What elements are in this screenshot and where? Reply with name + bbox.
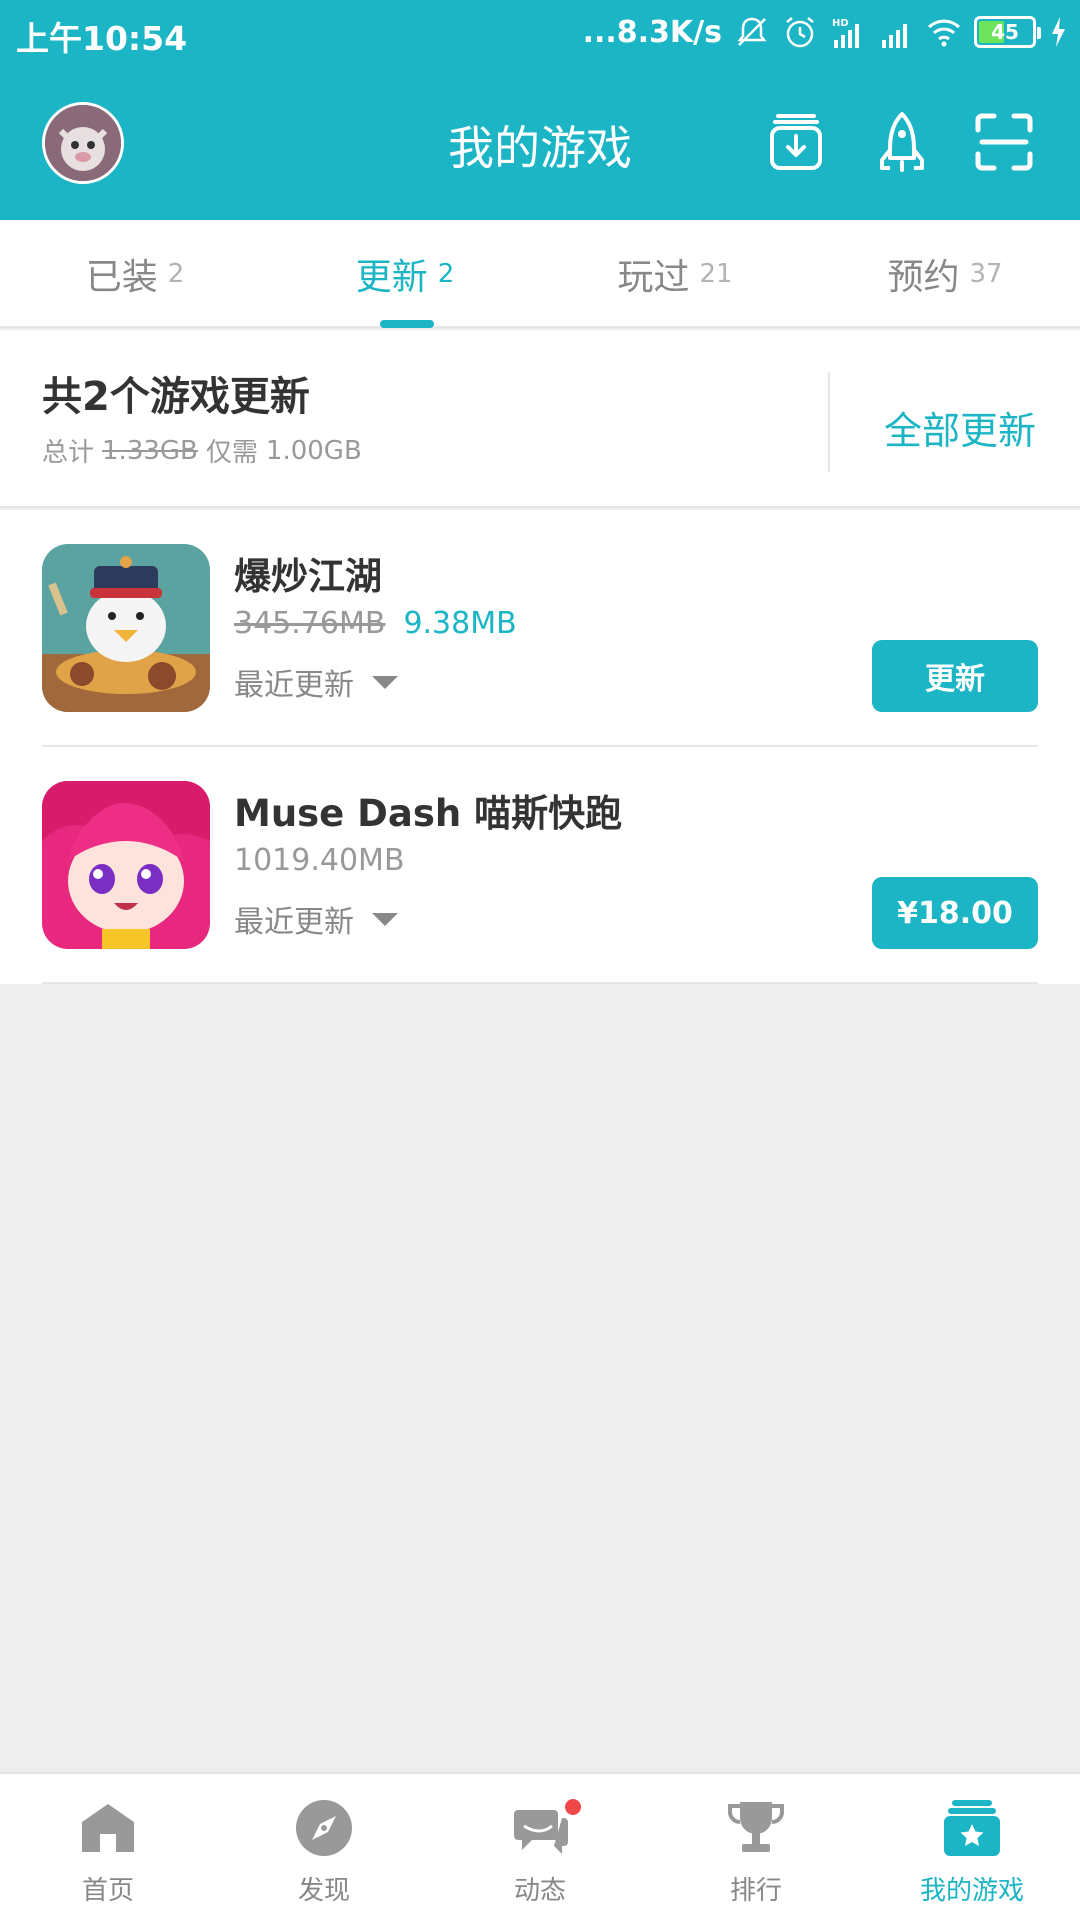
update-size: 9.38MB bbox=[403, 606, 517, 641]
divider bbox=[42, 982, 1038, 984]
tab-label: 已装 bbox=[85, 257, 158, 298]
update-summary: 共2个游戏更新 总计 1.33GB 仅需 1.00GB 全部更新 bbox=[0, 330, 1080, 508]
game-list: 爆炒江湖 345.76MB 9.38MB 最近更新 更新 Muse Dash 喵… bbox=[0, 510, 1080, 984]
svg-text:HD: HD bbox=[832, 18, 849, 29]
nav-ranking[interactable]: 排行 bbox=[648, 1774, 864, 1920]
compass-icon bbox=[296, 1800, 352, 1856]
tab-count: 2 bbox=[437, 259, 455, 289]
nav-home[interactable]: 首页 bbox=[0, 1774, 216, 1920]
charging-icon bbox=[1052, 17, 1065, 47]
game-icon-image bbox=[42, 781, 210, 949]
recent-update-label: 最近更新 bbox=[234, 668, 354, 703]
bottom-nav: 首页 发现 动态 排行 我的游戏 bbox=[0, 1772, 1080, 1920]
game-icon-image bbox=[42, 544, 210, 712]
nav-label: 我的游戏 bbox=[919, 1876, 1024, 1906]
game-file-size: 1019.40MB bbox=[234, 843, 405, 878]
update-all-button[interactable]: 全部更新 bbox=[884, 400, 1036, 455]
nav-activity[interactable]: 动态 bbox=[432, 1774, 648, 1920]
battery-level: 45 bbox=[991, 20, 1019, 44]
my-games-icon bbox=[944, 1800, 1000, 1856]
game-name: 爆炒江湖 bbox=[234, 555, 382, 598]
total-label: 总计 bbox=[42, 438, 95, 468]
game-size: 1019.40MB bbox=[234, 843, 405, 878]
tab-installed[interactable]: 已装 2 bbox=[0, 220, 270, 328]
tab-label: 预约 bbox=[887, 257, 960, 298]
tab-bar: 已装 2 更新 2 玩过 21 预约 37 bbox=[0, 220, 1080, 328]
only-need-size: 1.00GB bbox=[265, 435, 362, 466]
battery-icon: 45 bbox=[974, 16, 1041, 48]
nav-label: 动态 bbox=[513, 1876, 566, 1906]
summary-size: 总计 1.33GB 仅需 1.00GB bbox=[42, 432, 362, 469]
only-need-label: 仅需 bbox=[205, 438, 258, 468]
nav-discover[interactable]: 发现 bbox=[216, 1774, 432, 1920]
mute-icon bbox=[737, 17, 767, 46]
nav-label: 首页 bbox=[81, 1876, 134, 1906]
recent-update-toggle[interactable]: 最近更新 bbox=[234, 897, 398, 941]
nav-label: 排行 bbox=[729, 1876, 782, 1906]
tab-updates[interactable]: 更新 2 bbox=[270, 220, 540, 328]
rocket-icon[interactable] bbox=[870, 110, 934, 174]
recent-update-toggle[interactable]: 最近更新 bbox=[234, 660, 398, 704]
status-time: 上午10:54 bbox=[16, 19, 188, 58]
alarm-icon bbox=[786, 17, 814, 48]
game-icon[interactable] bbox=[42, 781, 210, 949]
tab-reserved[interactable]: 预约 37 bbox=[810, 220, 1080, 328]
scan-icon[interactable] bbox=[972, 110, 1036, 174]
total-original-size: 1.33GB bbox=[102, 435, 198, 466]
notification-badge bbox=[562, 1796, 584, 1818]
status-icons: ...8.3K/s HD 45 bbox=[583, 12, 1068, 52]
original-size: 345.76MB bbox=[234, 606, 386, 641]
tab-label: 更新 bbox=[355, 257, 428, 298]
nav-my-games[interactable]: 我的游戏 bbox=[864, 1774, 1080, 1920]
hd-signal-icon: HD bbox=[832, 18, 859, 48]
game-size: 345.76MB 9.38MB bbox=[234, 606, 517, 641]
signal-icon bbox=[882, 24, 907, 48]
net-speed: ...8.3K/s bbox=[582, 14, 722, 50]
summary-title: 共2个游戏更新 bbox=[42, 374, 310, 420]
wifi-icon bbox=[927, 19, 961, 47]
trophy-icon bbox=[728, 1802, 784, 1852]
buy-button[interactable]: ¥18.00 bbox=[872, 877, 1038, 949]
tab-count: 2 bbox=[167, 259, 185, 289]
recent-update-label: 最近更新 bbox=[234, 905, 354, 940]
list-item[interactable]: Muse Dash 喵斯快跑 1019.40MB 最近更新 ¥18.00 bbox=[0, 747, 1080, 984]
tab-played[interactable]: 玩过 21 bbox=[540, 220, 810, 328]
my-games-screen: 上午10:54 ...8.3K/s HD 45 我的游戏 已装 2 更新 2 玩… bbox=[0, 0, 1080, 1920]
home-icon bbox=[82, 1804, 134, 1852]
tab-count: 37 bbox=[969, 259, 1003, 289]
active-tab-indicator bbox=[380, 320, 434, 328]
game-icon[interactable] bbox=[42, 544, 210, 712]
chevron-down-icon bbox=[372, 675, 398, 689]
update-button[interactable]: 更新 bbox=[872, 640, 1038, 712]
chevron-down-icon bbox=[372, 912, 398, 926]
game-name: Muse Dash 喵斯快跑 bbox=[234, 792, 623, 835]
header: 上午10:54 ...8.3K/s HD 45 我的游戏 bbox=[0, 0, 1080, 220]
divider bbox=[828, 372, 830, 472]
tab-count: 21 bbox=[699, 259, 733, 289]
list-item[interactable]: 爆炒江湖 345.76MB 9.38MB 最近更新 更新 bbox=[0, 510, 1080, 747]
status-bar: 上午10:54 ...8.3K/s HD 45 bbox=[0, 0, 1080, 66]
tab-label: 玩过 bbox=[617, 257, 690, 298]
nav-label: 发现 bbox=[297, 1876, 350, 1906]
download-manager-icon[interactable] bbox=[764, 110, 828, 174]
